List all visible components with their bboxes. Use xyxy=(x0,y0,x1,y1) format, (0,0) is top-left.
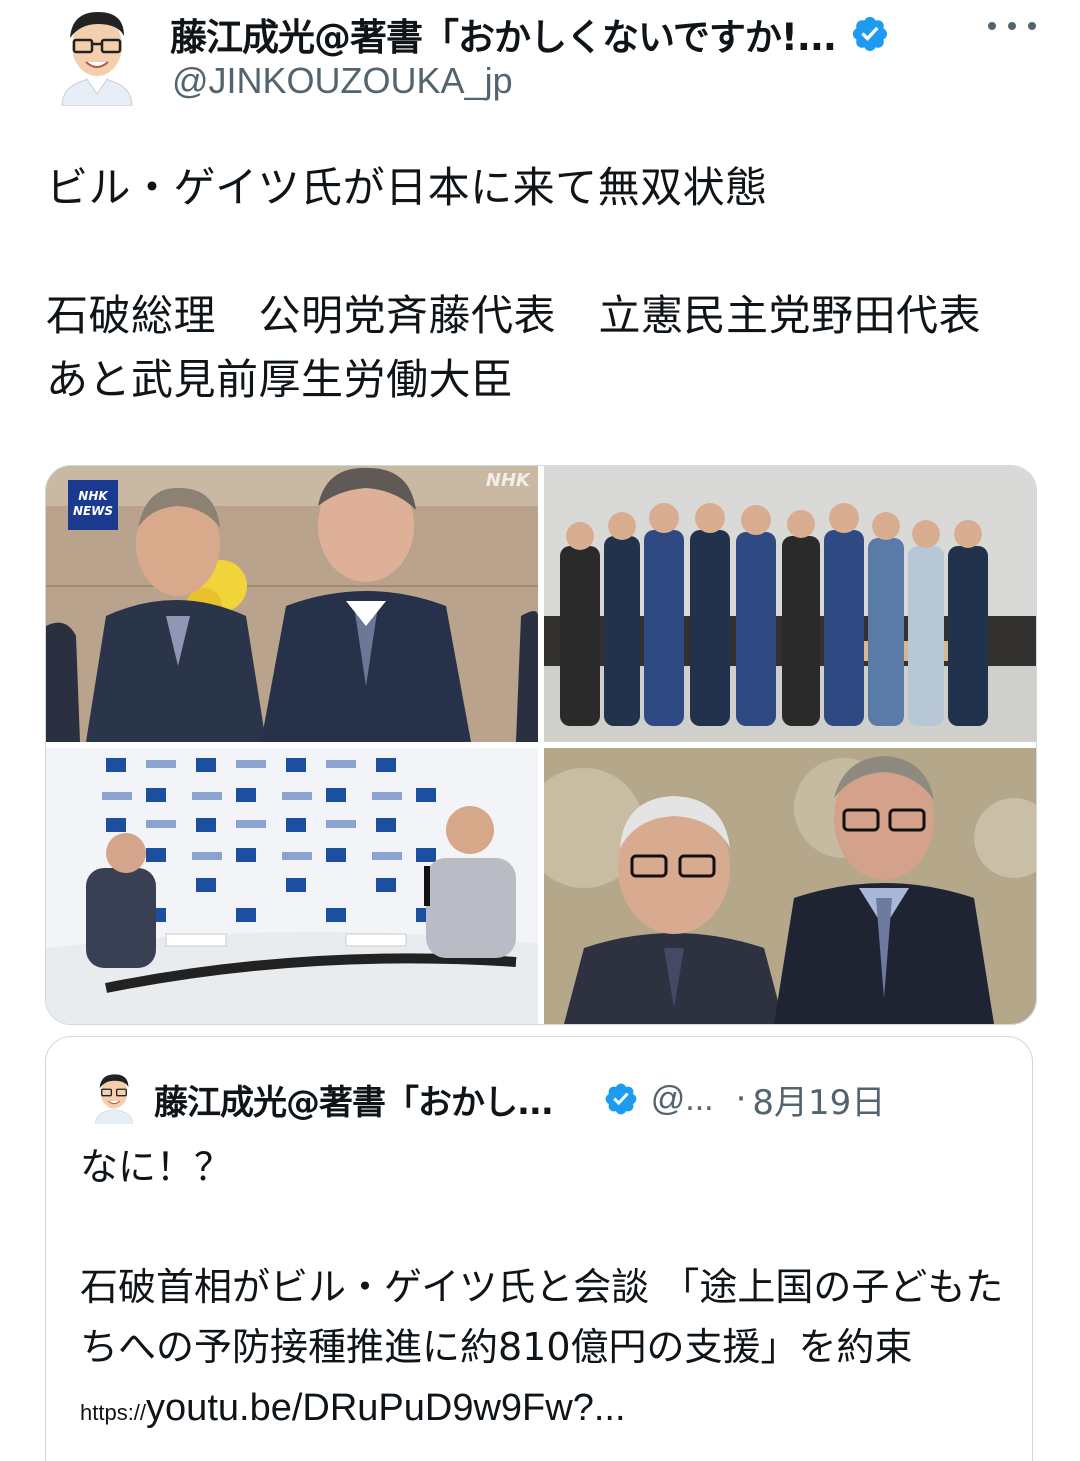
quoted-text: なに！？ 石破首相がビル・ゲイツ氏と会談 「途上国の子どもたちへの予防接種推進に… xyxy=(80,1137,1010,1443)
quoted-author-avatar[interactable] xyxy=(90,1069,138,1125)
photo-1-image xyxy=(46,466,538,742)
photo-4-image xyxy=(544,748,1036,1024)
quoted-body: なに！？ 石破首相がビル・ゲイツ氏と会談 「途上国の子どもたちへの予防接種推進に… xyxy=(80,1145,1004,1369)
cartoon-avatar-icon xyxy=(61,12,133,107)
nhk-badge-line2: NEWS xyxy=(72,504,114,518)
author-avatar[interactable] xyxy=(52,2,142,107)
quoted-handle[interactable]: @... xyxy=(651,1080,714,1119)
quoted-tweet[interactable]: 藤江成光@著書「おかし... @... · 8月19日 なに！？ 石破首相がビル… xyxy=(45,1036,1033,1461)
dot xyxy=(1008,22,1016,30)
photo-1[interactable]: NHK NEWS NHK xyxy=(46,466,538,742)
nhk-news-badge: NHK NEWS xyxy=(68,480,118,530)
dot xyxy=(988,22,996,30)
author-handle[interactable]: @JINKOUZOUKA_jp xyxy=(172,60,513,102)
tweet-text: ビル・ゲイツ氏が日本に来て無双状態 石破総理 公明党斉藤代表 立憲民主党野田代表… xyxy=(46,163,982,404)
media-grid: NHK NEWS NHK xyxy=(45,465,1037,1025)
verified-badge-icon xyxy=(605,1083,637,1115)
photo-3[interactable] xyxy=(46,748,538,1024)
quoted-header: 藤江成光@著書「おかし... @... · 8月19日 xyxy=(154,1073,1014,1125)
quoted-display-name[interactable]: 藤江成光@著書「おかし... xyxy=(154,1075,553,1124)
nhk-badge-line1: NHK xyxy=(78,489,108,503)
zoom-icon[interactable] xyxy=(506,992,538,1024)
author-display-name[interactable]: 藤江成光@著書「おかしくないですか!... xyxy=(170,7,836,61)
photo-4[interactable] xyxy=(544,748,1036,1024)
quoted-link[interactable]: youtu.be/DRuPuD9w9Fw?... xyxy=(146,1387,625,1429)
link-prefix[interactable]: https:// xyxy=(80,1400,146,1425)
separator-dot: · xyxy=(735,1079,747,1119)
verified-badge-icon xyxy=(852,16,888,52)
cartoon-avatar-icon xyxy=(95,1074,133,1125)
author-name-row: 藤江成光@著書「おかしくないですか!... xyxy=(170,6,970,62)
tweet-page: 藤江成光@著書「おかしくないですか!... @JINKOUZOUKA_jp ビル… xyxy=(0,0,1080,1461)
quoted-date[interactable]: 8月19日 xyxy=(752,1075,885,1124)
photo-2-image xyxy=(544,466,1036,742)
dot xyxy=(1028,22,1036,30)
nhk-corner-logo: NHK xyxy=(485,470,530,491)
photo-3-image xyxy=(46,748,538,1024)
photo-2[interactable] xyxy=(544,466,1036,742)
more-options-button[interactable] xyxy=(988,14,1036,38)
